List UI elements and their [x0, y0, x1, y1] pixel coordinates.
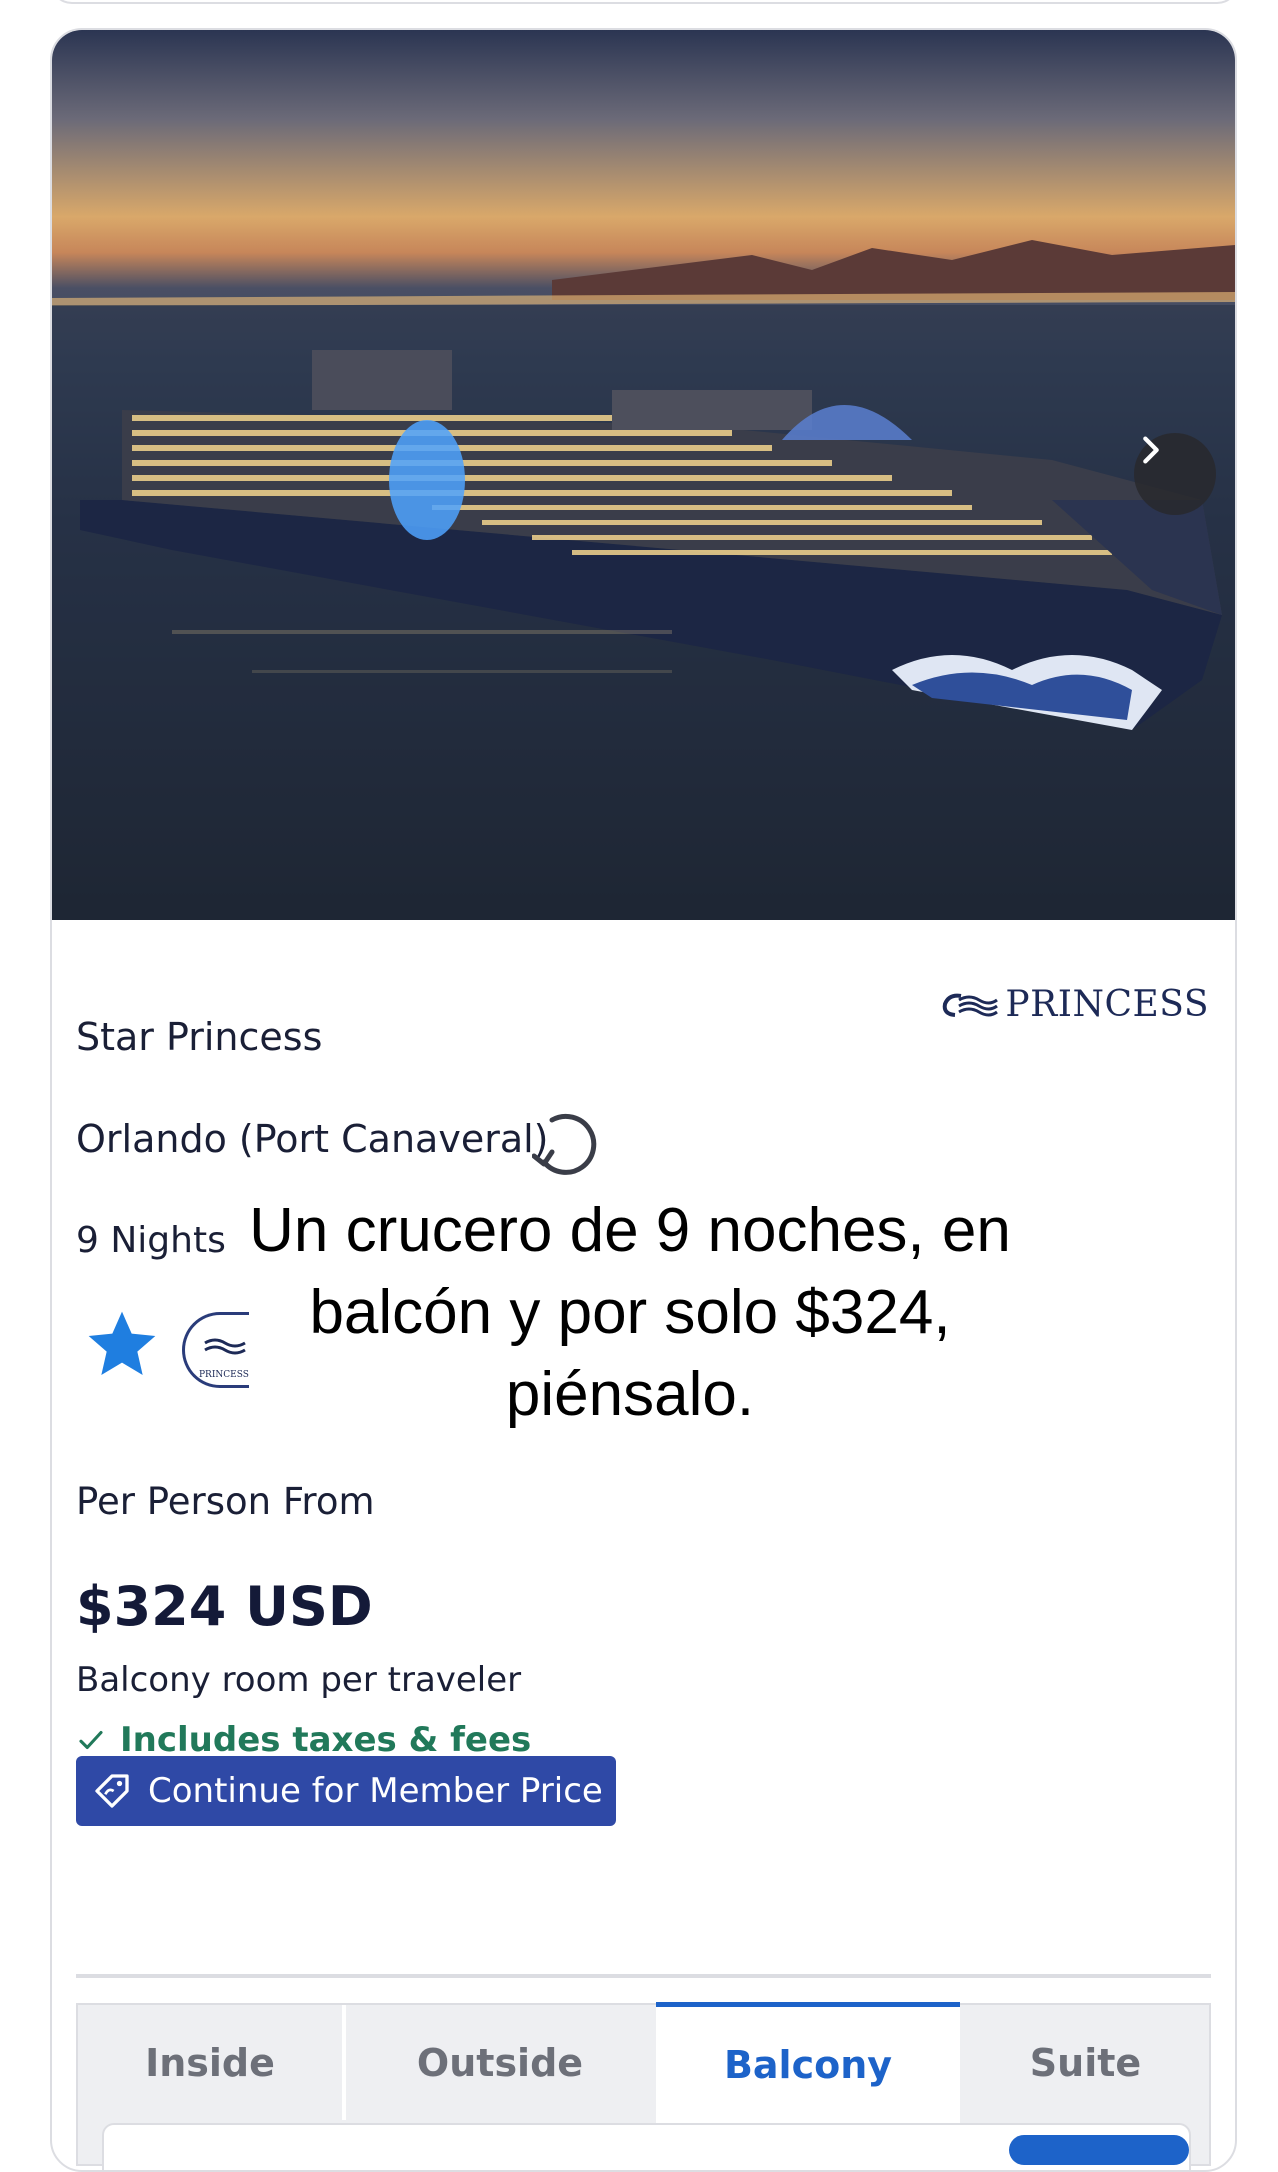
tab-balcony[interactable]: Balcony: [656, 2002, 960, 2123]
tab-outside[interactable]: Outside: [346, 2005, 654, 2120]
overlay-caption: Un crucero de 9 noches, en balcón y por …: [60, 1190, 1200, 1436]
refresh-icon: [532, 1113, 597, 1175]
room-type-tabs: Inside Outside Balcony Suite: [76, 2002, 1211, 2170]
tab-inside[interactable]: Inside: [78, 2005, 346, 2120]
princess-logo: PRINCESS: [939, 984, 1209, 1025]
caption-line-1: Un crucero de 9 noches, en: [239, 1196, 1021, 1265]
departure-port: Orlando (Port Canaveral): [76, 1117, 549, 1161]
princess-waves-icon: [943, 993, 999, 1017]
tag-icon: [95, 1774, 129, 1808]
section-divider: [76, 1974, 1211, 1978]
tab-panel: [102, 2123, 1191, 2170]
cruise-card[interactable]: PRINCESS Star Princess Orlando (Port Can…: [50, 28, 1237, 2172]
tab-suite[interactable]: Suite: [962, 2005, 1209, 2120]
per-person-label: Per Person From: [76, 1480, 375, 1523]
includes-taxes-label: Includes taxes & fees: [120, 1720, 532, 1760]
ship-name: Star Princess: [76, 1015, 323, 1059]
caption-line-2: balcón y por solo $324,: [299, 1278, 961, 1347]
room-note: Balcony room per traveler: [76, 1660, 522, 1700]
ship-illustration: [52, 240, 1235, 920]
includes-taxes: Includes taxes & fees: [76, 1720, 531, 1760]
tab-inside-label: Inside: [145, 2040, 275, 2085]
tab-panel-pill[interactable]: [1009, 2135, 1189, 2165]
tab-outside-label: Outside: [416, 2040, 584, 2085]
brand-name: PRINCESS: [1005, 984, 1209, 1025]
carousel-next-button[interactable]: [1134, 433, 1216, 515]
member-price-label: Continue for Member Price: [148, 1771, 603, 1811]
chevron-right-icon: [1143, 436, 1159, 464]
ship-photo: [52, 30, 1235, 920]
price: $324 USD: [76, 1575, 373, 1638]
member-price-button[interactable]: Continue for Member Price: [76, 1756, 616, 1826]
check-icon: [79, 1730, 103, 1750]
tab-balcony-label: Balcony: [723, 2043, 893, 2087]
caption-line-3: piénsalo.: [495, 1360, 765, 1429]
tab-suite-label: Suite: [1029, 2040, 1142, 2085]
previous-card-edge: [50, 0, 1239, 4]
